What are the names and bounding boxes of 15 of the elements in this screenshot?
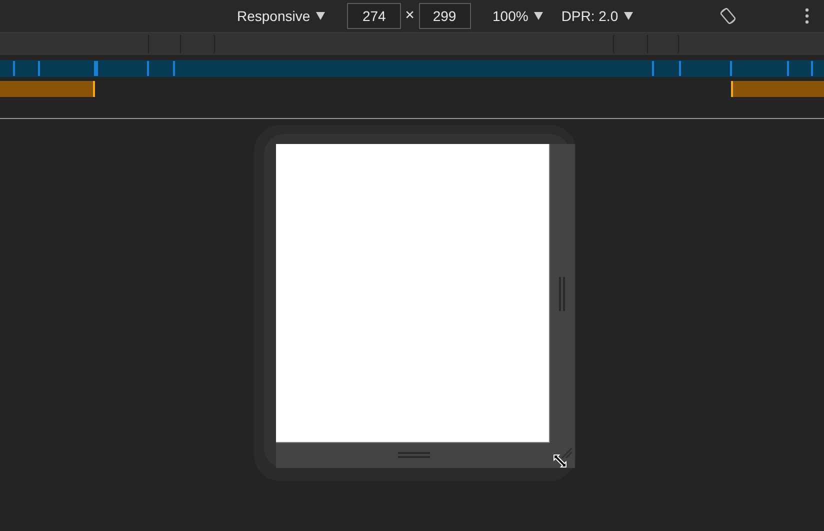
device-dropdown[interactable]: Responsive [237, 6, 326, 26]
caret-icon [316, 12, 326, 20]
resize-cursor-icon [553, 454, 567, 468]
caret-icon [624, 12, 634, 20]
dimension-separator: × [405, 6, 414, 26]
vertical-resize-handle-icon[interactable] [559, 277, 565, 311]
zoom-dropdown[interactable]: 100% [492, 6, 544, 26]
more-options-icon[interactable] [805, 8, 810, 24]
height-field[interactable]: 299 [418, 3, 470, 29]
corner-resize-icon[interactable] [561, 447, 573, 459]
width-field[interactable]: 274 [347, 3, 402, 29]
caret-icon [534, 12, 544, 20]
horizontal-resize-handle-icon[interactable] [398, 452, 430, 458]
dpr-dropdown[interactable]: DPR: 2.0 [561, 6, 634, 26]
rotate-icon[interactable] [719, 7, 738, 25]
